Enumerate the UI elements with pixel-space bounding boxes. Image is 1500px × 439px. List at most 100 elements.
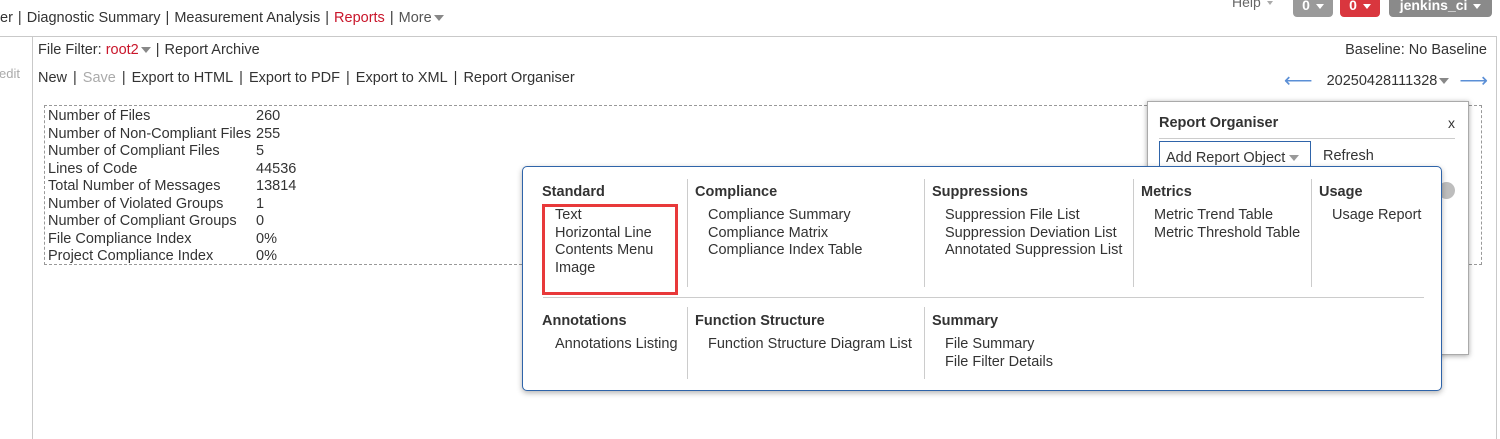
menu-item[interactable]: Metric Trend Table <box>1154 207 1300 225</box>
stat-row: Lines of Code 44536 <box>48 161 296 179</box>
stat-label: Number of Compliant Files <box>48 143 220 159</box>
user-name: jenkins_ci <box>1399 0 1468 13</box>
stat-value: 44536 <box>256 160 297 177</box>
menu-item[interactable]: Annotations Listing <box>555 336 678 354</box>
arrow-right-icon[interactable]: ⟶ <box>1459 70 1488 92</box>
refresh-button[interactable]: Refresh <box>1323 148 1374 164</box>
stat-value: 260 <box>256 108 281 124</box>
stat-value: 0% <box>256 248 277 264</box>
stat-row: Number of Non-Compliant Files 255 <box>48 126 296 144</box>
chevron-down-icon <box>1473 3 1482 9</box>
chevron-down-icon <box>1362 3 1371 9</box>
stat-value: 13814 <box>256 178 297 194</box>
snapshot-select[interactable]: 20250428111328 <box>1327 73 1450 89</box>
menu-group-annotations: Annotations Annotations Listing <box>542 313 678 354</box>
menu-item[interactable]: Annotated Suppression List <box>945 242 1122 260</box>
summary-stats: Number of Files 260 Number of Non-Complian… <box>48 108 296 266</box>
menu-item[interactable]: Compliance Index Table <box>708 242 863 260</box>
menu-item[interactable]: Compliance Summary <box>708 207 863 225</box>
close-icon[interactable]: x <box>1448 115 1455 131</box>
nav-item-er[interactable]: er <box>0 10 13 26</box>
report-archive-link[interactable]: Report Archive <box>165 42 260 58</box>
report-organiser-button[interactable]: Report Organiser <box>463 70 574 86</box>
menu-item[interactable]: Metric Threshold Table <box>1154 225 1300 243</box>
filter-toolbar: File Filter: root2 | Report Archive <box>38 42 260 58</box>
new-button[interactable]: New <box>38 70 67 86</box>
alerts-button[interactable]: 0 <box>1340 0 1380 17</box>
stat-row: Project Compliance Index 0% <box>48 248 296 266</box>
stat-label: Lines of Code <box>48 160 138 177</box>
stat-label: Number of Compliant Groups <box>48 213 237 229</box>
add-report-object-label: Add Report Object <box>1166 150 1286 166</box>
stat-value: 5 <box>256 143 265 159</box>
nav-more-label: More <box>398 10 432 26</box>
menu-group-title: Annotations <box>542 313 627 329</box>
menu-group-title: Suppressions <box>932 184 1028 200</box>
nav-item-reports[interactable]: Reports <box>334 10 385 26</box>
edit-link[interactable]: edit <box>0 66 20 81</box>
menu-items: Annotations Listing <box>542 336 678 354</box>
stat-row: Number of Files 260 <box>48 108 296 126</box>
stat-value: 1 <box>256 195 265 212</box>
export-pdf-button[interactable]: Export to PDF <box>249 70 340 86</box>
snapshot-navigator: ⟵ 20250428111328 ⟶ <box>1284 68 1488 93</box>
stat-value: 255 <box>256 125 281 142</box>
menu-items: Compliance Summary Compliance Matrix Compl… <box>695 207 863 260</box>
stat-label: File Compliance Index <box>48 230 192 247</box>
export-html-button[interactable]: Export to HTML <box>132 70 234 86</box>
menu-group-compliance: Compliance Compliance Summary Compliance … <box>695 184 863 260</box>
report-toolbar: New | Save | Export to HTML | Export to PDF | Ex… <box>38 70 575 86</box>
stat-value: 0 <box>256 213 265 229</box>
menu-group-title: Metrics <box>1141 184 1192 200</box>
menu-group-function-structure: Function Structure Function Structure Di… <box>695 313 912 354</box>
nav-item-measurement-analysis[interactable]: Measurement Analysis <box>174 10 320 26</box>
file-filter-select[interactable]: root2 <box>106 42 151 58</box>
divider <box>687 179 688 287</box>
notifications-button[interactable]: 0 <box>1293 0 1333 17</box>
help-menu[interactable]: Help <box>1232 0 1273 10</box>
menu-item[interactable]: Function Structure Diagram List <box>708 336 912 354</box>
snapshot-value: 20250428111328 <box>1326 73 1438 89</box>
chevron-down-icon <box>140 47 151 54</box>
menu-item[interactable]: Usage Report <box>1332 207 1421 225</box>
menu-item[interactable]: Compliance Matrix <box>708 225 863 243</box>
file-filter-value: root2 <box>105 42 139 58</box>
export-xml-button[interactable]: Export to XML <box>356 70 448 86</box>
menu-item[interactable]: File Summary <box>945 336 1053 354</box>
divider <box>1311 179 1312 287</box>
stat-row: Number of Violated Groups 1 <box>48 196 296 214</box>
menu-item[interactable]: File Filter Details <box>945 354 1053 372</box>
top-navigation: er | Diagnostic Summary | Measurement An… <box>0 0 1500 36</box>
stat-value: 0% <box>256 230 277 247</box>
menu-items: Suppression File List Suppression Deviati… <box>932 207 1122 260</box>
nav-item-diagnostic-summary[interactable]: Diagnostic Summary <box>27 10 161 26</box>
notifications-count: 0 <box>1302 0 1310 13</box>
menu-item[interactable]: Suppression File List <box>945 207 1122 225</box>
menu-group-suppressions: Suppressions Suppression File List Suppre… <box>932 184 1122 260</box>
divider <box>924 179 925 287</box>
arrow-left-icon[interactable]: ⟵ <box>1284 70 1313 92</box>
menu-item[interactable]: Suppression Deviation List <box>945 225 1122 243</box>
chevron-down-icon <box>433 15 444 22</box>
stat-row: File Compliance Index 0% <box>48 231 296 249</box>
divider <box>1133 179 1134 287</box>
menu-items: Usage Report <box>1319 207 1421 225</box>
user-menu-button[interactable]: jenkins_ci <box>1389 0 1492 17</box>
chevron-down-icon <box>1315 3 1324 9</box>
menu-group-title: Summary <box>932 313 999 329</box>
nav-more-menu[interactable]: More <box>399 10 444 26</box>
organiser-title: Report Organiser <box>1159 115 1279 131</box>
divider <box>924 307 925 379</box>
menu-group-title: Function Structure <box>695 313 825 329</box>
stat-label: Total Number of Messages <box>48 178 221 194</box>
stat-row: Number of Compliant Groups 0 <box>48 213 296 231</box>
baseline-status: Baseline: No Baseline <box>1345 42 1487 58</box>
chevron-down-icon <box>1266 1 1273 6</box>
stat-label: Number of Files <box>48 108 151 124</box>
menu-items: File Summary File Filter Details <box>932 336 1053 371</box>
menu-group-summary: Summary File Summary File Filter Details <box>932 313 1053 371</box>
chevron-down-icon <box>1439 78 1450 85</box>
stat-label: Number of Violated Groups <box>48 195 224 212</box>
file-filter-label: File Filter: <box>38 42 102 58</box>
left-panel: edit <box>0 36 33 439</box>
